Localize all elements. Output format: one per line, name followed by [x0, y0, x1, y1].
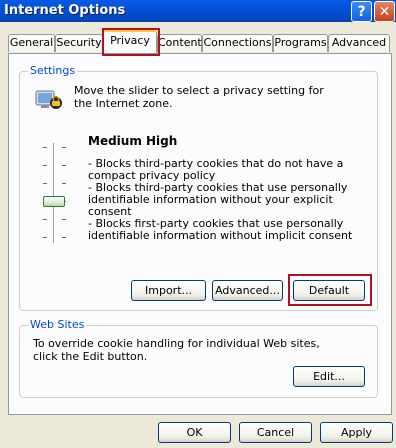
- advanced-button[interactable]: Advanced...: [212, 280, 283, 301]
- settings-intro-text: Move the slider to select a privacy sett…: [74, 84, 324, 110]
- tab-connections[interactable]: Connections: [202, 34, 273, 52]
- slider-tick: [62, 219, 66, 220]
- cancel-button[interactable]: Cancel: [239, 422, 312, 443]
- ok-button[interactable]: OK: [158, 422, 231, 443]
- privacy-level-title: Medium High: [88, 134, 178, 148]
- edit-button[interactable]: Edit...: [293, 366, 365, 387]
- slider-thumb[interactable]: [43, 196, 65, 207]
- slider-tick: [62, 237, 66, 238]
- slider-tick: [62, 165, 66, 166]
- level-description-line: - Blocks third-party cookies that do not…: [88, 157, 344, 182]
- default-button[interactable]: Default: [293, 280, 365, 301]
- websites-description: To override cookie handling for individu…: [33, 337, 320, 363]
- privacy-icon: [35, 90, 62, 109]
- close-button[interactable]: ✕: [374, 1, 395, 22]
- apply-button[interactable]: Apply: [320, 422, 393, 443]
- websites-group-title: Web Sites: [28, 318, 87, 331]
- privacy-level-description: - Blocks third-party cookies that do not…: [88, 158, 372, 242]
- help-button[interactable]: ?: [351, 1, 372, 22]
- tab-advanced[interactable]: Advanced: [328, 34, 390, 52]
- slider-tick: [62, 147, 66, 148]
- import-button[interactable]: Import...: [131, 280, 206, 301]
- slider-tick: [43, 219, 47, 220]
- slider-tick: [43, 237, 47, 238]
- tab-general[interactable]: General: [8, 34, 55, 52]
- settings-group-title: Settings: [28, 64, 78, 77]
- tab-privacy[interactable]: Privacy: [103, 30, 157, 53]
- slider-tick: [62, 183, 66, 184]
- tab-content[interactable]: Content: [157, 34, 202, 52]
- privacy-level-slider[interactable]: [37, 143, 71, 243]
- slider-tick: [43, 165, 47, 166]
- slider-tick: [43, 147, 47, 148]
- window-title: Internet Options: [4, 3, 126, 18]
- tab-security[interactable]: Security: [55, 34, 103, 52]
- slider-track: [53, 143, 55, 243]
- slider-tick: [43, 183, 47, 184]
- internet-options-window: Internet Options ? ✕ General Security Pr…: [0, 0, 396, 448]
- level-description-line: - Blocks first-party cookies that use pe…: [88, 217, 353, 242]
- title-bar[interactable]: Internet Options ? ✕: [0, 0, 396, 22]
- level-description-line: - Blocks third-party cookies that use pe…: [88, 181, 348, 218]
- tab-programs[interactable]: Programs: [273, 34, 328, 52]
